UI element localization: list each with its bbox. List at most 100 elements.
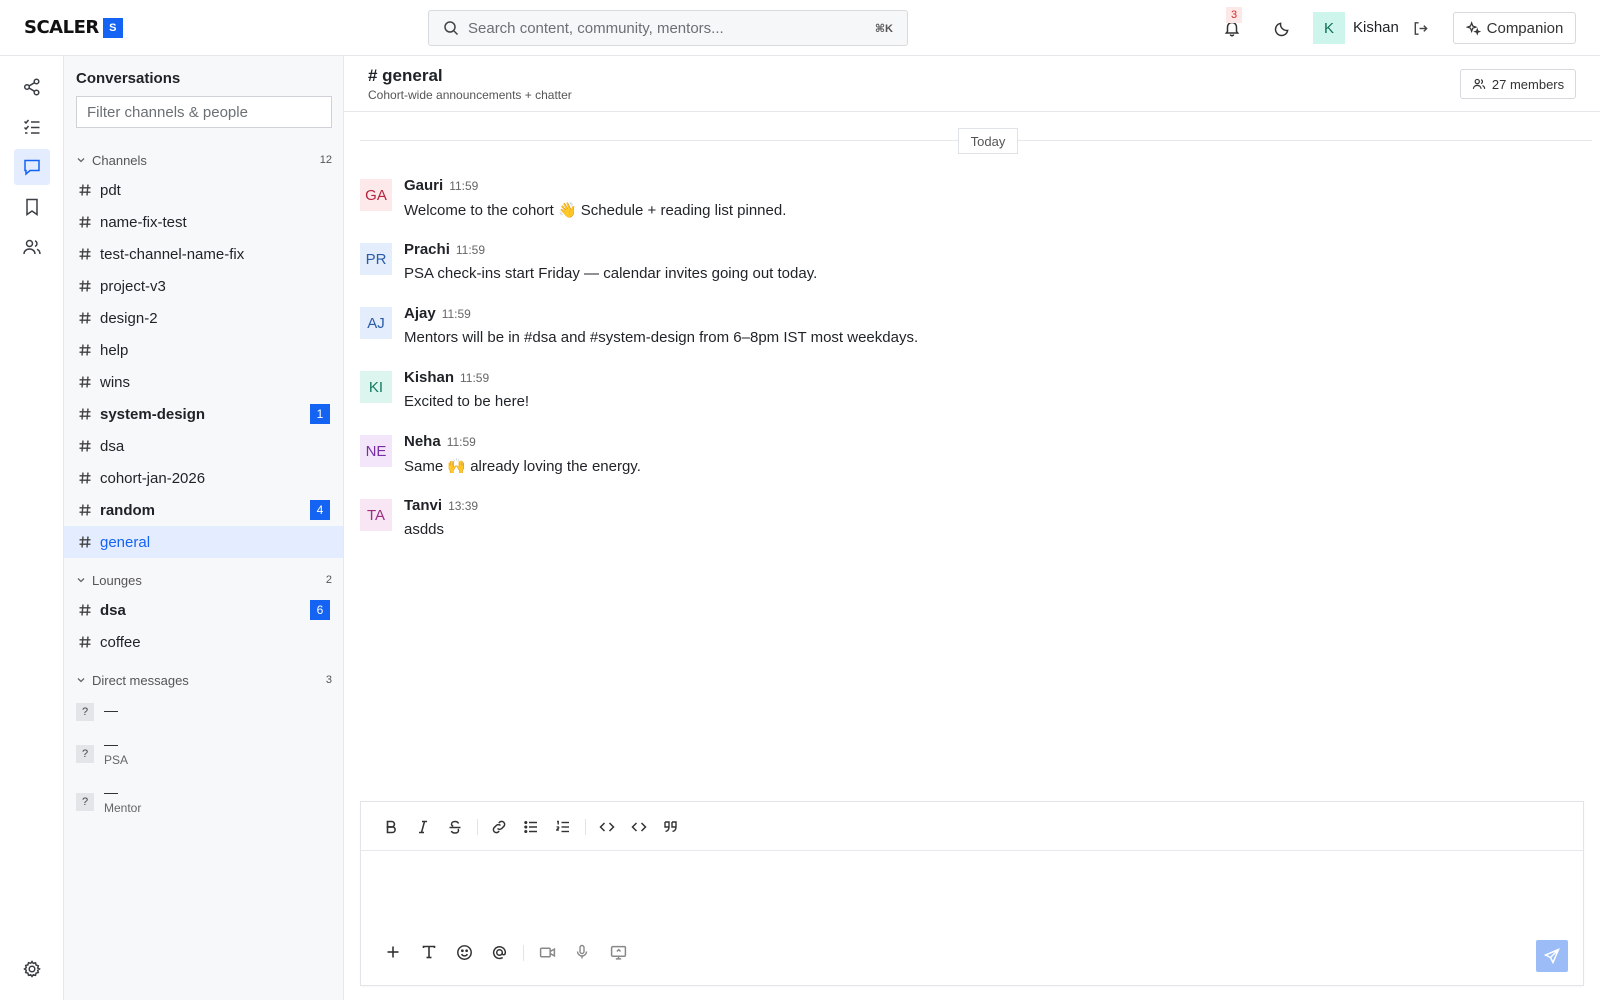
channel-item[interactable]: dsa 6: [64, 594, 343, 626]
section-channels-header[interactable]: Channels 12: [76, 150, 332, 170]
section-channels-label: Channels: [92, 152, 147, 168]
mention-button[interactable]: [487, 940, 511, 964]
toolbar-divider: [477, 819, 478, 835]
channel-item[interactable]: coffee: [64, 626, 343, 658]
channel-item[interactable]: project-v3: [64, 270, 343, 302]
channel-item[interactable]: name-fix-test: [64, 206, 343, 238]
channel-item[interactable]: pdt: [64, 174, 343, 206]
channel-item[interactable]: wins: [64, 366, 343, 398]
dm-item[interactable]: ? — PSA: [76, 735, 332, 767]
bullet-list-icon: [524, 820, 537, 834]
quote-button[interactable]: [659, 815, 683, 839]
rail-settings[interactable]: [14, 951, 50, 987]
hash-icon: [79, 440, 91, 452]
attach-button[interactable]: [381, 940, 405, 964]
chat-icon: [24, 159, 40, 176]
search-bar[interactable]: ⌘K: [428, 10, 908, 46]
message-text: Excited to be here!: [404, 393, 530, 410]
companion-button[interactable]: Companion: [1453, 12, 1576, 44]
bold-button[interactable]: [379, 815, 403, 839]
code-block-button[interactable]: [627, 815, 651, 839]
message-author-line: Neha 11:59: [404, 433, 476, 450]
video-button[interactable]: [535, 940, 559, 964]
author-avatar[interactable]: AJ: [360, 307, 392, 339]
rail-chat[interactable]: [14, 149, 50, 185]
italic-button[interactable]: [411, 815, 435, 839]
channel-description: Cohort-wide announcements + chatter: [368, 88, 572, 102]
section-lounges-label: Lounges: [92, 572, 142, 588]
hash-icon: [79, 312, 91, 324]
logout-button[interactable]: [1406, 14, 1434, 42]
strikethrough-button[interactable]: [443, 815, 467, 839]
channel-item[interactable]: general: [64, 526, 343, 558]
channel-item[interactable]: random 4: [64, 494, 343, 526]
message-time: 11:59: [449, 179, 479, 193]
chevron-down-icon: [77, 678, 85, 683]
emoji-button[interactable]: [452, 940, 476, 964]
dm-item[interactable]: ? —: [76, 701, 332, 721]
message-author[interactable]: Prachi: [404, 241, 450, 258]
message-author[interactable]: Neha: [404, 433, 441, 450]
author-avatar[interactable]: PR: [360, 243, 392, 275]
italic-icon: [419, 820, 427, 834]
link-icon: [492, 820, 506, 834]
rail-share[interactable]: [14, 69, 50, 105]
rail-people[interactable]: [14, 229, 50, 265]
composer-toolbar: [361, 802, 1583, 851]
text-format-icon: [422, 945, 436, 959]
filter-channels-input[interactable]: [76, 96, 332, 128]
code-button[interactable]: [595, 815, 619, 839]
message-text: Mentors will be in #dsa and #system-desi…: [404, 329, 919, 346]
send-button[interactable]: [1536, 940, 1568, 972]
message-input[interactable]: [361, 852, 1583, 934]
members-button[interactable]: 27 members: [1460, 69, 1576, 99]
rail-tasks[interactable]: [14, 109, 50, 145]
channel-item[interactable]: system-design 1: [64, 398, 343, 430]
numbered-list-button[interactable]: [551, 815, 575, 839]
plus-icon: [387, 946, 399, 958]
scaler-logo[interactable]: SCALER S: [24, 17, 123, 38]
author-avatar[interactable]: KI: [360, 371, 392, 403]
theme-toggle-button[interactable]: [1268, 14, 1296, 42]
channel-item[interactable]: cohort-jan-2026: [64, 462, 343, 494]
companion-label: Companion: [1486, 19, 1564, 37]
search-icon: [444, 21, 459, 36]
link-button[interactable]: [487, 815, 511, 839]
chevron-down-icon: [77, 578, 85, 583]
message-author[interactable]: Tanvi: [404, 497, 442, 514]
hash-icon-wrap: [78, 407, 100, 421]
channel-name: coffee: [100, 633, 141, 651]
message-author[interactable]: Kishan: [404, 369, 454, 386]
voice-button[interactable]: [570, 940, 594, 964]
channel-item[interactable]: test-channel-name-fix: [64, 238, 343, 270]
section-dms-label: Direct messages: [92, 672, 189, 688]
section-dms-header[interactable]: Direct messages 3: [76, 670, 332, 690]
channel-title: # general: [368, 66, 443, 85]
members-count: 27 members: [1491, 76, 1565, 92]
message-author[interactable]: Gauri: [404, 177, 443, 194]
rail-bookmarks[interactable]: [14, 189, 50, 225]
user-avatar[interactable]: K: [1313, 12, 1345, 44]
dm-avatar: ?: [76, 745, 94, 763]
day-divider: Today: [360, 128, 1592, 154]
channel-item[interactable]: dsa: [64, 430, 343, 462]
channel-name: pdt: [100, 181, 121, 199]
user-name[interactable]: Kishan: [1353, 19, 1399, 36]
bullet-list-button[interactable]: [519, 815, 543, 839]
mention-icon: [492, 945, 506, 959]
text-format-button[interactable]: [417, 940, 441, 964]
hash-icon-wrap: [78, 375, 100, 389]
unread-badge: 6: [310, 600, 330, 620]
section-lounges-header[interactable]: Lounges 2: [76, 570, 332, 590]
channel-item[interactable]: help: [64, 334, 343, 366]
author-avatar[interactable]: NE: [360, 435, 392, 467]
author-avatar[interactable]: GA: [360, 179, 392, 211]
hash-icon: [79, 408, 91, 420]
search-input[interactable]: [468, 19, 875, 37]
channel-item[interactable]: design-2: [64, 302, 343, 334]
hash-icon-wrap: [78, 635, 100, 649]
message-author[interactable]: Ajay: [404, 305, 436, 322]
dm-item[interactable]: ? — Mentor: [76, 783, 332, 815]
screen-share-button[interactable]: [606, 940, 630, 964]
author-avatar[interactable]: TA: [360, 499, 392, 531]
